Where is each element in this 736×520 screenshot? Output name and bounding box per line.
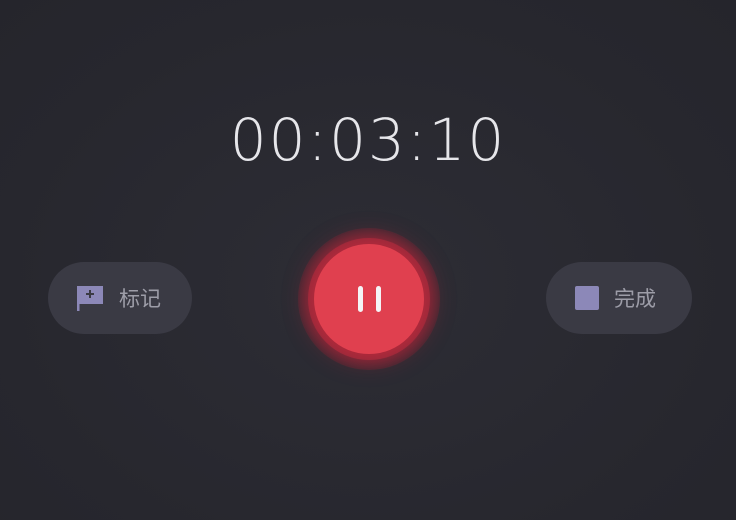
done-label: 完成 (614, 287, 656, 311)
stop-icon (575, 286, 599, 310)
flag-icon (75, 283, 105, 313)
mark-button[interactable]: 标记 (48, 262, 192, 334)
recorder-screen: 00:03:10 标记 完成 (0, 0, 736, 520)
pause-button[interactable] (314, 244, 424, 354)
pause-icon (357, 286, 381, 312)
mark-label: 标记 (119, 287, 161, 311)
done-button[interactable]: 完成 (546, 262, 692, 334)
pause-bar-right (375, 286, 381, 312)
pause-bar-left (357, 286, 363, 312)
elapsed-time: 00:03:10 (229, 106, 507, 174)
